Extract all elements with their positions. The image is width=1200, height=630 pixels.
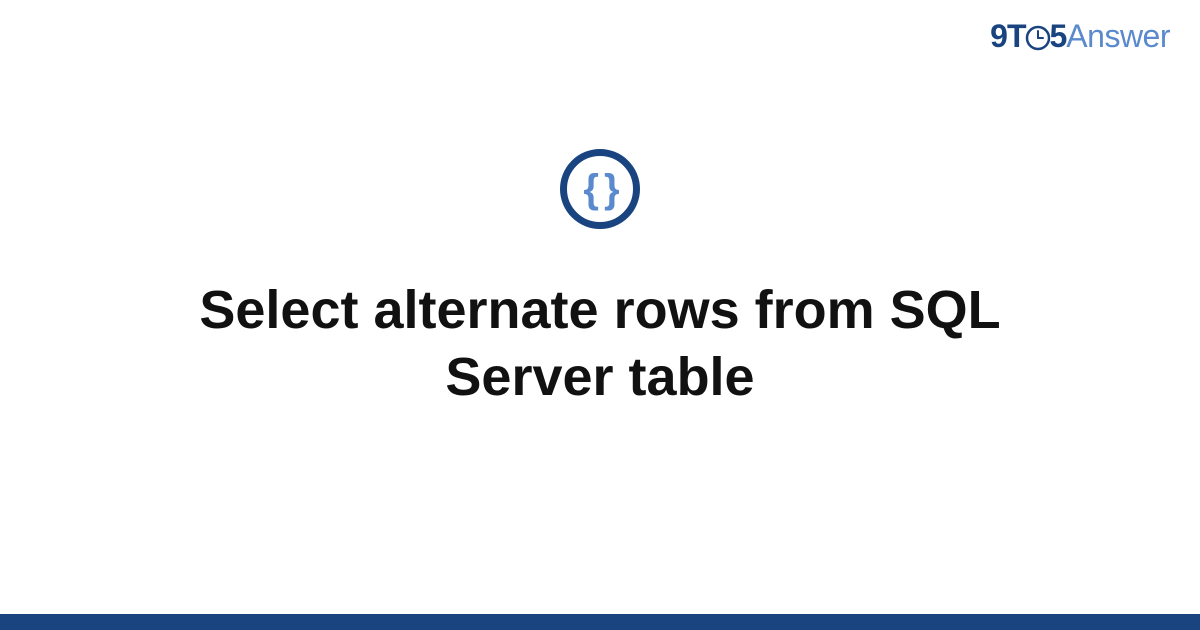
main-content: { } Select alternate rows from SQL Serve…	[0, 0, 1200, 630]
topic-icon-badge: { }	[560, 149, 640, 229]
footer-accent-bar	[0, 614, 1200, 630]
code-braces-icon: { }	[583, 169, 616, 209]
page-title: Select alternate rows from SQL Server ta…	[100, 277, 1100, 412]
